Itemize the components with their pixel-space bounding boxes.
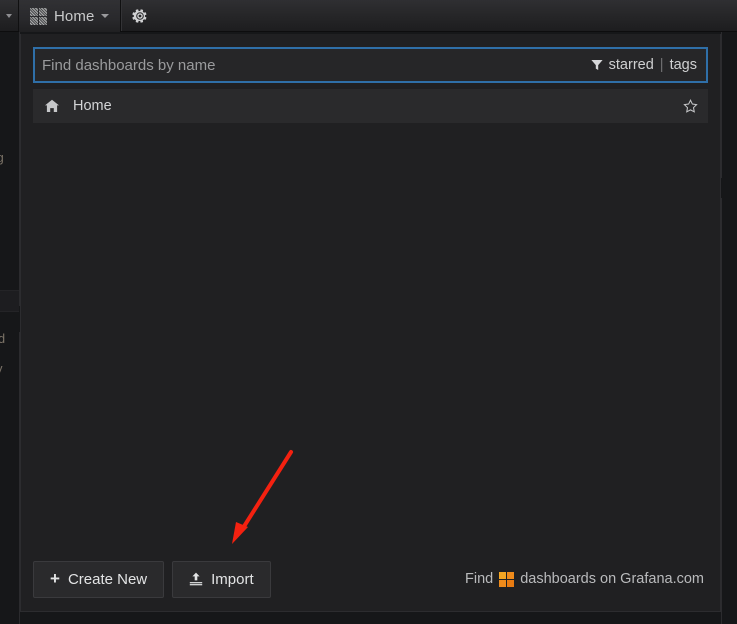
grafana-link-suffix: dashboards on Grafana.com	[520, 571, 704, 587]
background-text-scrap: ing	[0, 151, 4, 165]
navbar-left-caret-button[interactable]	[0, 0, 18, 32]
navbar-dashboard-picker[interactable]: Home	[19, 0, 121, 32]
search-results-list: Home	[33, 89, 708, 547]
filter-starred-link[interactable]: starred	[609, 57, 654, 73]
star-outline-icon[interactable]	[683, 98, 698, 114]
search-result-row-home[interactable]: Home	[33, 89, 708, 123]
gear-icon	[132, 9, 147, 23]
navbar-title: Home	[54, 7, 95, 25]
chevron-down-icon	[6, 14, 12, 18]
grafana-dashboards-link[interactable]: Find dashboards on Grafana.com	[465, 571, 708, 587]
result-row-label: Home	[73, 98, 112, 114]
create-new-button[interactable]: + Create New	[33, 560, 165, 598]
create-new-label: Create New	[67, 570, 148, 588]
result-row-left: Home	[45, 98, 683, 114]
filter-tags-link[interactable]: tags	[670, 57, 697, 73]
plus-icon: +	[50, 568, 60, 588]
home-icon	[45, 99, 59, 112]
upload-icon	[189, 572, 203, 586]
dashboard-grid-icon	[30, 7, 47, 25]
search-input[interactable]	[42, 50, 591, 80]
background-text-scrap: ntly	[0, 362, 2, 376]
background-row-highlight	[0, 290, 19, 312]
import-label: Import	[211, 570, 254, 588]
search-filters: starred | tags	[591, 57, 697, 73]
screen-root: ing red ntly Home	[0, 0, 737, 624]
chevron-down-icon	[101, 14, 110, 18]
top-navbar: Home	[0, 0, 737, 32]
background-text-scrap: red	[0, 332, 6, 346]
grafana-link-prefix: Find	[465, 571, 494, 587]
filter-separator: |	[659, 57, 664, 73]
grafana-logo-icon	[499, 571, 515, 587]
overlay-footer: + Create New Import Find dashboards on G…	[21, 547, 720, 611]
navbar-settings-button[interactable]	[121, 0, 159, 32]
funnel-icon	[591, 60, 603, 70]
import-button[interactable]: Import	[172, 560, 271, 598]
background-divider-right-lower	[721, 198, 722, 624]
background-divider-right	[721, 32, 722, 178]
search-field-container[interactable]: starred | tags	[33, 47, 708, 83]
dashboard-search-overlay: starred | tags Home + Crea	[20, 34, 721, 612]
